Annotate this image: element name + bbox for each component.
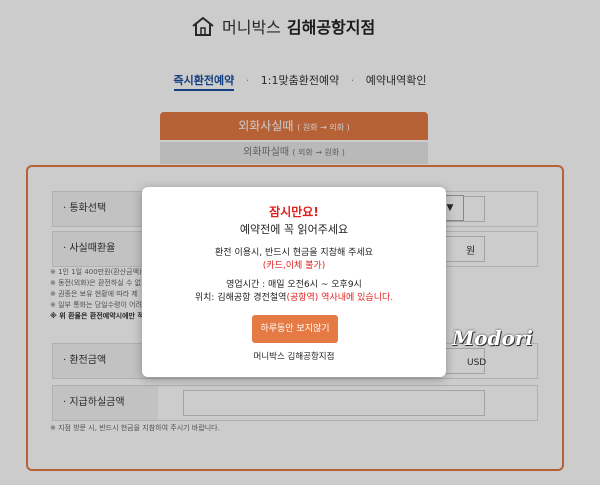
modal-subtitle: 예약전에 꼭 읽어주세요: [239, 223, 349, 236]
watermark: Modori: [452, 326, 533, 350]
modal-location-highlight: (공항역) 역사내에 있습니다.: [286, 293, 394, 303]
modal-hours: 영업시간 : 매일 오전6시 ~ 오후9시: [226, 280, 362, 290]
modal-title: 잠시만요!: [269, 205, 319, 219]
modal-card-notice: (카드,이체 불가): [262, 261, 326, 271]
notice-modal: 잠시만요! 예약전에 꼭 읽어주세요 환전 이용시, 반드시 현금을 지참해 주…: [142, 187, 446, 377]
modal-location: 위치: 김해공항 경전철역(공항역) 역사내에 있습니다.: [142, 290, 446, 303]
modal-footer: 머니박스 김해공항지점: [253, 352, 335, 362]
modal-cash-notice: 환전 이용시, 반드시 현금을 지참해 주세요: [215, 248, 373, 258]
modal-location-prefix: 위치: 김해공항 경전철역: [194, 293, 287, 303]
hide-for-day-button[interactable]: 하루동안 보지않기: [252, 315, 338, 343]
